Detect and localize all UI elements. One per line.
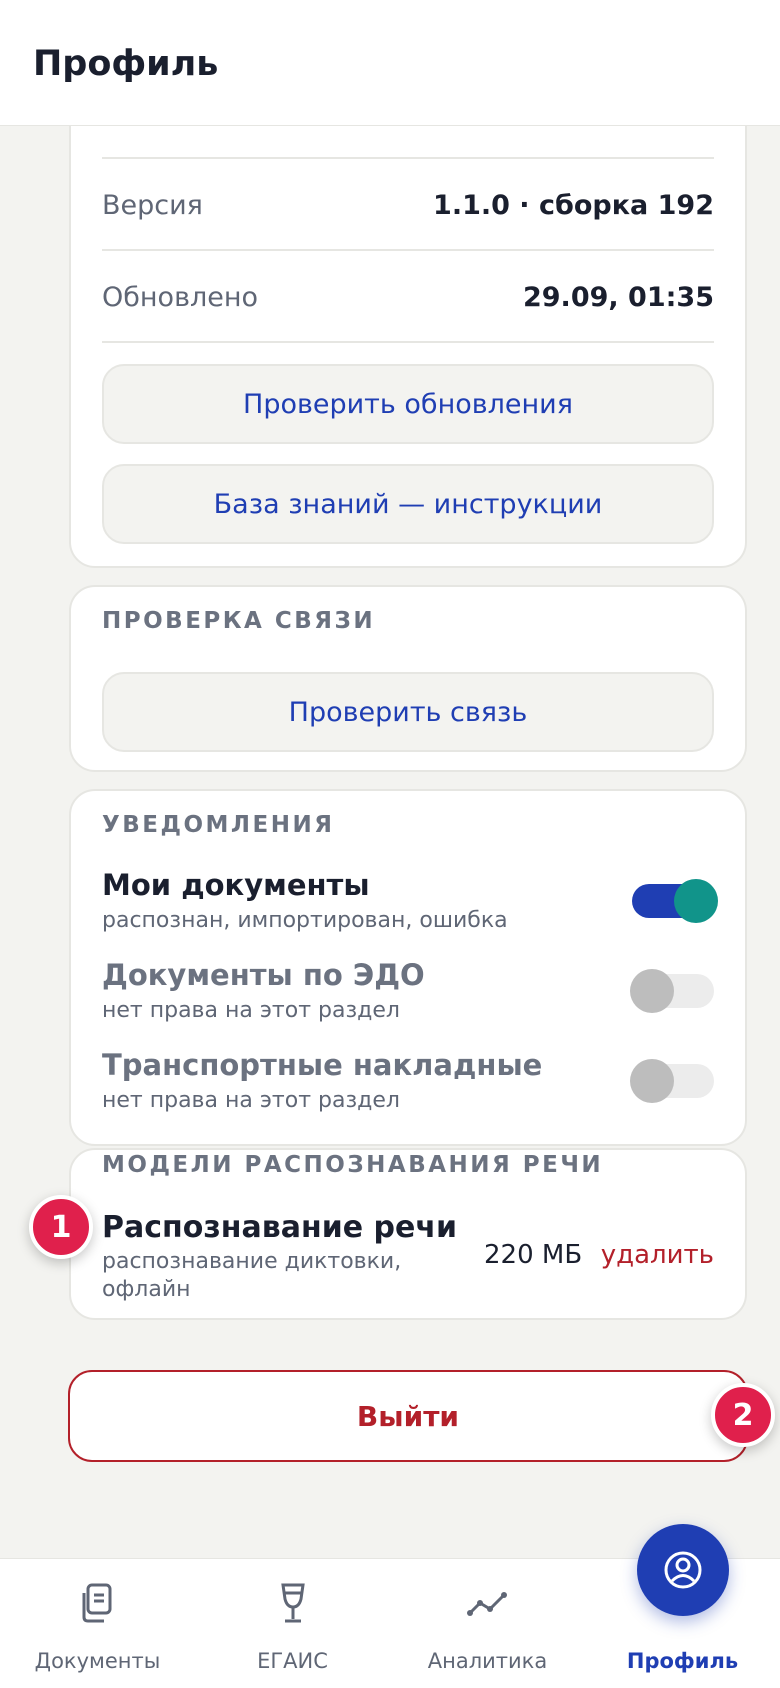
edo-toggle[interactable] [630,969,714,1013]
profile-fab-button[interactable] [637,1524,729,1616]
logout-button[interactable]: Выйти [68,1370,748,1462]
analytics-icon [466,1592,507,1616]
toggle-knob [630,1059,674,1103]
speech-model-subtitle-line2: офлайн [102,1277,191,1302]
knowledge-base-button[interactable]: База знаний — инструкции [102,464,714,544]
speech-model-size: 220 МБ [484,1240,583,1270]
documents-icon [82,1583,111,1623]
notif-waybills-subtitle: нет права на этот раздел [102,1088,400,1113]
notif-my-documents-title: Мои документы [102,868,370,902]
tab-analytics[interactable]: Аналитика [410,1559,565,1688]
tab-documents-label: Документы [34,1649,161,1673]
tab-documents[interactable]: Документы [20,1559,175,1688]
speech-model-subtitle-line1: распознавание диктовки, [102,1249,402,1274]
tab-profile-label: Профиль [626,1649,739,1673]
updated-label: Обновлено [102,282,259,313]
divider [102,157,714,159]
connection-section-title: ПРОВЕРКА СВЯЗИ [102,608,376,634]
page-title: Профиль [33,44,219,84]
tab-egais-label: ЕГАИС [257,1649,328,1673]
check-updates-button[interactable]: Проверить обновления [102,364,714,444]
delete-model-link[interactable]: удалить [601,1240,714,1270]
waybills-toggle[interactable] [630,1059,714,1103]
speech-model-title: Распознавание речи [102,1210,457,1245]
notif-edo-subtitle: нет права на этот раздел [102,998,400,1023]
top-bar: Профиль [0,0,780,126]
wine-glass-icon [280,1583,305,1623]
user-circle-icon [664,1551,702,1589]
divider [102,249,714,251]
updated-value: 29.09, 01:35 [522,282,714,313]
notif-my-documents-subtitle: распознан, импортирован, ошибка [102,908,508,933]
tab-egais[interactable]: ЕГАИС [215,1559,370,1688]
divider [102,341,714,343]
notif-edo-title: Документы по ЭДО [102,958,425,992]
check-connection-button[interactable]: Проверить связь [102,672,714,752]
version-value: 1.1.0 · сборка 192 [433,190,714,221]
my-documents-toggle[interactable] [632,879,718,923]
speech-models-section-title: МОДЕЛИ РАСПОЗНАВАНИЯ РЕЧИ [102,1152,604,1178]
toggle-knob [674,879,718,923]
notifications-section-title: УВЕДОМЛЕНИЯ [102,812,335,838]
tab-analytics-label: Аналитика [427,1649,548,1673]
notif-waybills-title: Транспортные накладные [102,1048,543,1082]
toggle-knob [630,969,674,1013]
annotation-badge-1: 1 [29,1195,93,1259]
annotation-badge-2: 2 [711,1383,775,1447]
version-label: Версия [102,190,203,221]
